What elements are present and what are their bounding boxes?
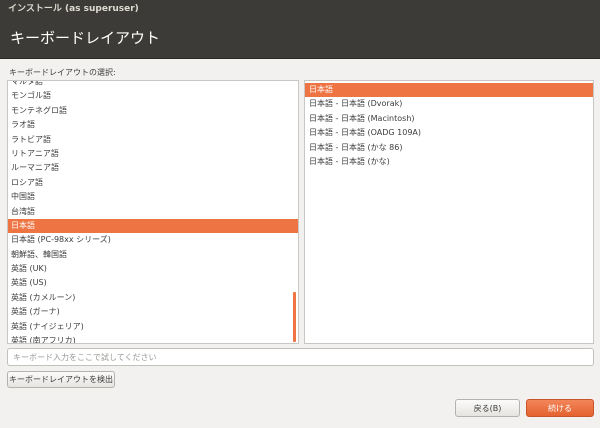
window-title: インストール (as superuser) bbox=[8, 4, 139, 14]
layout-list-item[interactable]: モンゴル語 bbox=[8, 89, 298, 103]
layout-list-item[interactable]: 台湾語 bbox=[8, 205, 298, 219]
layout-list-item[interactable]: 英語 (カメルーン) bbox=[8, 291, 298, 305]
variant-list-item[interactable]: 日本語 - 日本語 (Dvorak) bbox=[305, 97, 593, 111]
variant-list-item[interactable]: 日本語 - 日本語 (OADG 109A) bbox=[305, 126, 593, 140]
layout-list-item[interactable]: リトアニア語 bbox=[8, 147, 298, 161]
layout-list-item[interactable]: マルタ語 bbox=[8, 81, 298, 89]
layout-list-item[interactable]: 朝鮮語、韓国語 bbox=[8, 248, 298, 262]
keyboard-test-input[interactable] bbox=[7, 348, 594, 366]
layout-list-item[interactable]: 日本語 (PC-98xx シリーズ) bbox=[8, 233, 298, 247]
layout-list-label: キーボードレイアウトの選択: bbox=[9, 68, 116, 77]
layout-list-item[interactable]: ルーマニア語 bbox=[8, 161, 298, 175]
layout-list-item[interactable]: モンテネグロ語 bbox=[8, 104, 298, 118]
layout-list-rows: マルタ語 モンゴル語 モンテネグロ語 ラオ語 ラトビア語 リトアニア語 ルーマニア語 ロシア語… bbox=[8, 81, 298, 343]
layout-list-item[interactable]: ラトビア語 bbox=[8, 133, 298, 147]
page-header: キーボードレイアウト bbox=[0, 18, 600, 59]
layout-list-item[interactable]: 日本語 bbox=[8, 218, 298, 234]
layout-list-item[interactable]: 中国語 bbox=[8, 190, 298, 204]
page-title: キーボードレイアウト bbox=[10, 29, 161, 47]
layout-list-scrollbar[interactable] bbox=[293, 292, 296, 342]
layout-list-item[interactable]: 英語 (US) bbox=[8, 276, 298, 290]
layout-list[interactable]: マルタ語 モンゴル語 モンテネグロ語 ラオ語 ラトビア語 リトアニア語 ルーマニア語 ロシア語… bbox=[7, 80, 299, 344]
detect-layout-button[interactable]: キーボードレイアウトを検出 bbox=[7, 371, 115, 388]
layout-list-item[interactable]: 英語 (UK) bbox=[8, 262, 298, 276]
variant-list-rows: 日本語 日本語 - 日本語 (Dvorak) 日本語 - 日本語 (Macintos… bbox=[305, 83, 593, 169]
variant-list-item[interactable]: 日本語 - 日本語 (かな 86) bbox=[305, 141, 593, 155]
variant-list-item[interactable]: 日本語 - 日本語 (かな) bbox=[305, 155, 593, 169]
layout-list-item[interactable]: 英語 (ガーナ) bbox=[8, 305, 298, 319]
variant-list-item[interactable]: 日本語 - 日本語 (Macintosh) bbox=[305, 112, 593, 126]
title-bar: インストール (as superuser) bbox=[0, 0, 600, 18]
layout-list-item[interactable]: 英語 (ナイジェリア) bbox=[8, 320, 298, 334]
layout-list-item[interactable]: ロシア語 bbox=[8, 176, 298, 190]
layout-list-item[interactable]: 英語 (南アフリカ) bbox=[8, 334, 298, 343]
layout-list-item[interactable]: ラオ語 bbox=[8, 118, 298, 132]
continue-button[interactable]: 続ける bbox=[526, 399, 594, 417]
variant-list-item[interactable]: 日本語 bbox=[305, 83, 593, 98]
variant-list[interactable]: 日本語 日本語 - 日本語 (Dvorak) 日本語 - 日本語 (Macintos… bbox=[304, 80, 594, 344]
back-button[interactable]: 戻る(B) bbox=[455, 399, 520, 417]
